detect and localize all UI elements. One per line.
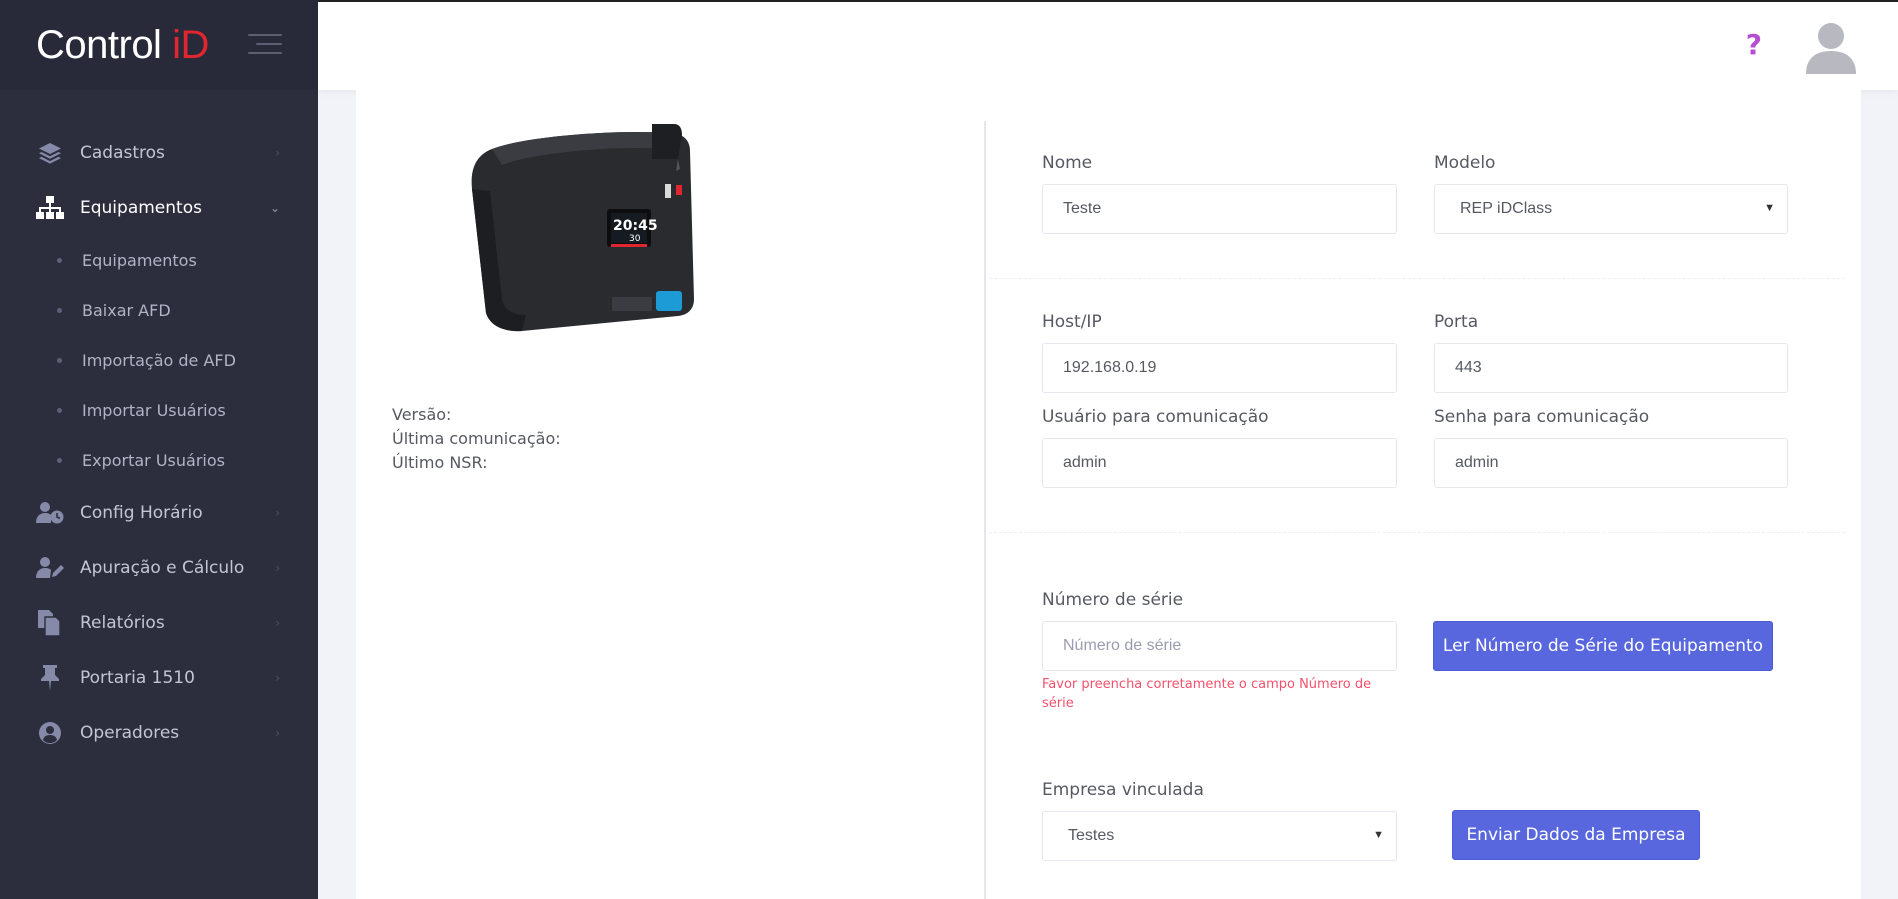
chevron-right-icon: › <box>275 725 280 740</box>
serie-input[interactable]: Número de série <box>1042 621 1397 671</box>
ultima-comunicacao-label: Última comunicação: <box>392 429 561 448</box>
nome-label: Nome <box>1042 153 1093 173</box>
pin-icon <box>36 664 64 692</box>
submenu-item-label: Exportar Usuários <box>82 450 225 470</box>
bullet-icon <box>57 457 62 463</box>
usuario-input[interactable]: admin <box>1042 438 1397 488</box>
submenu-item-label: Baixar AFD <box>82 300 171 320</box>
versao-label: Versão: <box>392 405 452 424</box>
chevron-right-icon: › <box>275 505 280 520</box>
host-input[interactable]: 192.168.0.19 <box>1042 343 1397 393</box>
bullet-icon <box>57 307 62 313</box>
sidebar-menu: Cadastros › Equipamentos ⌄ Equipamentos … <box>0 125 318 760</box>
chevron-down-icon: ⌄ <box>269 200 280 215</box>
host-label: Host/IP <box>1042 312 1102 332</box>
section-separator <box>989 532 1845 533</box>
submenu-item-label: Equipamentos <box>82 250 197 270</box>
sidebar-item-operadores[interactable]: Operadores › <box>0 705 318 760</box>
submenu-item-importar-usuarios[interactable]: Importar Usuários <box>0 385 318 435</box>
user-edit-icon <box>36 554 64 582</box>
serie-error-line-1: Favor preencha corretamente o campo Núme… <box>1042 677 1372 692</box>
chevron-right-icon: › <box>275 560 280 575</box>
modelo-selected-value: REP iDClass <box>1460 200 1553 217</box>
empresa-selected-value: Testes <box>1068 827 1115 844</box>
device-screen-time: 20:45 <box>613 218 658 234</box>
caret-down-icon: ▼ <box>1373 829 1384 841</box>
bullet-icon <box>57 357 62 363</box>
sidebar-item-label: Portaria 1510 <box>80 667 195 688</box>
brand-bar: Control iD <box>0 0 318 90</box>
serie-error-line-2: série <box>1042 696 1074 711</box>
senha-label: Senha para comunicação <box>1434 407 1650 427</box>
chevron-right-icon: › <box>275 670 280 685</box>
column-divider <box>984 121 986 899</box>
user-clock-icon <box>36 499 64 527</box>
caret-down-icon: ▼ <box>1764 202 1775 214</box>
submenu-item-equipamentos[interactable]: Equipamentos <box>0 235 318 285</box>
menu-toggle-icon[interactable] <box>248 34 282 56</box>
sidebar-item-label: Config Horário <box>80 502 203 523</box>
top-header: ? <box>318 0 1898 90</box>
device-image: 20:45 30 <box>462 119 702 335</box>
modelo-label: Modelo <box>1434 153 1496 173</box>
serie-label: Número de série <box>1042 590 1184 610</box>
ler-numero-serie-button[interactable]: Ler Número de Série do Equipamento <box>1433 621 1773 671</box>
submenu-item-exportar-usuarios[interactable]: Exportar Usuários <box>0 435 318 485</box>
sidebar-item-label: Equipamentos <box>80 197 202 218</box>
empresa-select[interactable]: Testes ▼ <box>1042 811 1397 861</box>
sidebar: Control iD Cadastros › Equipamentos ⌄ Eq… <box>0 0 318 899</box>
sidebar-item-portaria[interactable]: Portaria 1510 › <box>0 650 318 705</box>
brand-name-accent: iD <box>172 22 209 67</box>
user-circle-icon <box>36 719 64 747</box>
nome-input[interactable]: Teste <box>1042 184 1397 234</box>
layers-icon <box>36 139 64 167</box>
modelo-select[interactable]: REP iDClass ▼ <box>1434 184 1788 234</box>
porta-label: Porta <box>1434 312 1479 332</box>
submenu-item-importacao-afd[interactable]: Importação de AFD <box>0 335 318 385</box>
avatar[interactable] <box>1804 20 1858 74</box>
section-separator <box>989 278 1845 279</box>
device-screen-number: 30 <box>629 234 641 244</box>
sidebar-item-equipamentos[interactable]: Equipamentos ⌄ <box>0 180 318 235</box>
brand-name-prefix: Control <box>36 22 173 67</box>
usuario-label: Usuário para comunicação <box>1042 407 1269 427</box>
chevron-right-icon: › <box>275 615 280 630</box>
submenu-item-baixar-afd[interactable]: Baixar AFD <box>0 285 318 335</box>
sidebar-item-config-horario[interactable]: Config Horário › <box>0 485 318 540</box>
sitemap-icon <box>36 194 64 222</box>
sidebar-item-relatorios[interactable]: Relatórios › <box>0 595 318 650</box>
porta-input[interactable]: 443 <box>1434 343 1788 393</box>
sidebar-item-apuracao[interactable]: Apuração e Cálculo › <box>0 540 318 595</box>
help-icon[interactable]: ? <box>1746 28 1762 61</box>
sidebar-item-label: Apuração e Cálculo <box>80 557 245 578</box>
sidebar-item-label: Operadores <box>80 722 180 743</box>
bullet-icon <box>57 257 62 263</box>
enviar-dados-empresa-button[interactable]: Enviar Dados da Empresa <box>1452 810 1700 860</box>
sidebar-item-label: Cadastros <box>80 142 165 163</box>
submenu-item-label: Importar Usuários <box>82 400 226 420</box>
chevron-right-icon: › <box>275 145 280 160</box>
sidebar-item-label: Relatórios <box>80 612 165 633</box>
copy-icon <box>36 609 64 637</box>
brand-logo[interactable]: Control iD <box>36 23 209 68</box>
bullet-icon <box>57 407 62 413</box>
empresa-label: Empresa vinculada <box>1042 780 1204 800</box>
senha-input[interactable]: admin <box>1434 438 1788 488</box>
sidebar-item-cadastros[interactable]: Cadastros › <box>0 125 318 180</box>
ultimo-nsr-label: Último NSR: <box>392 453 488 472</box>
submenu-item-label: Importação de AFD <box>82 350 236 370</box>
